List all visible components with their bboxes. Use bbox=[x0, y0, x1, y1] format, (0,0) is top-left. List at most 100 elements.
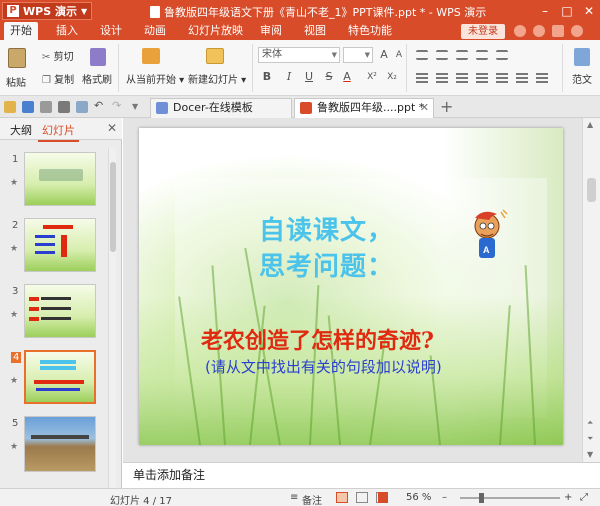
close-button[interactable]: ✕ bbox=[578, 0, 600, 22]
app-menu-button[interactable]: P WPS 演示 ▼ bbox=[2, 2, 92, 20]
menu-view[interactable]: 视图 bbox=[298, 22, 332, 40]
slide-thumbnail-3[interactable] bbox=[24, 284, 96, 338]
zoom-slider[interactable] bbox=[460, 493, 560, 503]
column-icon[interactable] bbox=[516, 73, 528, 83]
notes-button[interactable]: 备注 bbox=[302, 492, 322, 506]
notes-icon[interactable]: ≡ bbox=[290, 492, 300, 503]
tab-current-document[interactable]: 鲁教版四年级....ppt * ✕ bbox=[294, 98, 434, 118]
menu-slideshow[interactable]: 幻灯片放映 bbox=[182, 22, 249, 40]
help-icon[interactable] bbox=[533, 25, 545, 37]
copy-button[interactable]: ❐ 复制 bbox=[42, 71, 74, 86]
panel-scrollbar[interactable] bbox=[108, 148, 116, 488]
paste-icon[interactable] bbox=[8, 48, 26, 68]
cartoon-character-clipart[interactable]: A bbox=[469, 208, 509, 264]
save-icon[interactable] bbox=[22, 101, 34, 113]
align-justify-icon[interactable] bbox=[476, 73, 488, 83]
slide-thumbnail-4[interactable] bbox=[24, 350, 96, 404]
next-slide-icon[interactable]: ⏷ bbox=[587, 434, 593, 444]
notes-area[interactable]: 单击添加备注 bbox=[123, 462, 600, 488]
tab-docer-templates[interactable]: Docer-在线模板 bbox=[150, 98, 292, 118]
menu-animation[interactable]: 动画 bbox=[138, 22, 172, 40]
italic-button[interactable]: I bbox=[282, 70, 296, 84]
zoom-slider-knob[interactable] bbox=[479, 493, 484, 503]
align-left-icon[interactable] bbox=[416, 73, 428, 83]
zoom-level[interactable]: 56 % bbox=[406, 492, 431, 503]
customize-dropdown-icon[interactable]: ▼ bbox=[132, 101, 144, 113]
font-color-button[interactable]: A bbox=[340, 70, 354, 84]
export-icon[interactable] bbox=[40, 101, 52, 113]
menu-design[interactable]: 设计 bbox=[94, 22, 128, 40]
prev-slide-icon[interactable]: ⏶ bbox=[587, 418, 593, 428]
align-right-icon[interactable] bbox=[456, 73, 468, 83]
paragraph-format-button[interactable]: 范文 bbox=[572, 71, 592, 86]
align-center-icon[interactable] bbox=[436, 73, 448, 83]
bold-button[interactable]: B bbox=[260, 70, 274, 84]
menu-review[interactable]: 审阅 bbox=[254, 22, 288, 40]
zoom-in-icon[interactable]: + bbox=[564, 492, 572, 503]
settings-icon[interactable] bbox=[552, 25, 564, 37]
redo-icon[interactable]: ↷ bbox=[112, 100, 124, 112]
line-spacing-icon[interactable] bbox=[496, 50, 508, 60]
new-tab-button[interactable]: + bbox=[440, 97, 453, 117]
menu-insert[interactable]: 插入 bbox=[50, 22, 84, 40]
print-preview-icon[interactable] bbox=[76, 101, 88, 113]
slide-heading-line1[interactable]: 自读课文， bbox=[259, 210, 394, 247]
paste-label[interactable]: 粘贴 bbox=[6, 74, 26, 89]
maximize-button[interactable]: □ bbox=[556, 0, 578, 22]
collapse-ribbon-icon[interactable] bbox=[571, 25, 583, 37]
zoom-out-icon[interactable]: – bbox=[442, 492, 447, 503]
slide-sorter-icon[interactable] bbox=[356, 492, 368, 503]
open-folder-icon[interactable] bbox=[4, 101, 16, 113]
fit-window-icon[interactable]: ⤢ bbox=[580, 492, 588, 503]
thumb-text-line bbox=[29, 307, 39, 311]
menu-special[interactable]: 特色功能 bbox=[342, 22, 398, 40]
normal-view-icon[interactable] bbox=[336, 492, 348, 503]
scroll-up-icon[interactable]: ▲ bbox=[587, 120, 593, 129]
slide-thumbnail-2[interactable] bbox=[24, 218, 96, 272]
print-icon[interactable] bbox=[58, 101, 70, 113]
template-icon[interactable] bbox=[574, 48, 590, 66]
bullet-list-icon[interactable] bbox=[416, 50, 428, 60]
new-slide-icon[interactable] bbox=[206, 48, 224, 64]
strikethrough-button[interactable]: S bbox=[322, 70, 336, 84]
slide-scrollbar[interactable]: ▲ ⏶ ⏷ ▼ bbox=[582, 118, 600, 462]
decrease-font-icon[interactable]: A bbox=[392, 48, 406, 62]
slideshow-icon[interactable] bbox=[378, 492, 388, 503]
scrollbar-thumb[interactable] bbox=[587, 178, 596, 202]
slides-panel: 大纲 幻灯片 ✕ 1 ★ 2 ★ 3 ★ 4 ★ 5 ★ bbox=[0, 118, 122, 488]
superscript-button[interactable]: X² bbox=[365, 70, 379, 84]
font-name-dropdown[interactable]: 宋体 ▼ bbox=[258, 47, 340, 63]
slide-hint[interactable]: (请从文中找出有关的句段加以说明) bbox=[205, 356, 442, 377]
undo-icon[interactable]: ↶ bbox=[94, 100, 106, 112]
play-from-current-icon[interactable] bbox=[142, 48, 160, 64]
new-slide-button[interactable]: 新建幻灯片 ▾ bbox=[188, 71, 246, 86]
numbered-list-icon[interactable] bbox=[436, 50, 448, 60]
login-button[interactable]: 未登录 bbox=[461, 24, 505, 39]
current-slide[interactable]: 自读课文， 思考问题： A 老农创造了怎样的奇迹? (请从文中找出有关的句段加以… bbox=[139, 128, 563, 445]
slide-thumbnail-5[interactable] bbox=[24, 416, 96, 472]
cut-button[interactable]: ✂ 剪切 bbox=[42, 48, 74, 63]
font-size-dropdown[interactable]: ▼ bbox=[343, 47, 373, 63]
format-painter-icon[interactable] bbox=[90, 48, 106, 66]
distribute-icon[interactable] bbox=[496, 73, 508, 83]
text-direction-icon[interactable] bbox=[536, 73, 548, 83]
increase-font-icon[interactable]: A bbox=[377, 48, 391, 62]
subscript-button[interactable]: X₂ bbox=[385, 70, 399, 84]
tab-close-icon[interactable]: ✕ bbox=[420, 99, 429, 117]
slide-heading-line2[interactable]: 思考问题： bbox=[259, 246, 394, 283]
scroll-down-icon[interactable]: ▼ bbox=[587, 450, 593, 459]
underline-button[interactable]: U bbox=[302, 70, 316, 84]
decrease-indent-icon[interactable] bbox=[456, 50, 468, 60]
tab-outline[interactable]: 大纲 bbox=[6, 122, 36, 138]
slide-thumbnail-1[interactable] bbox=[24, 152, 96, 206]
format-painter-label[interactable]: 格式刷 bbox=[82, 71, 112, 86]
skin-icon[interactable] bbox=[514, 25, 526, 37]
tab-slides[interactable]: 幻灯片 bbox=[38, 122, 79, 142]
minimize-button[interactable]: – bbox=[534, 0, 556, 22]
from-current-button[interactable]: 从当前开始 ▾ bbox=[126, 71, 184, 86]
panel-close-icon[interactable]: ✕ bbox=[107, 121, 117, 135]
increase-indent-icon[interactable] bbox=[476, 50, 488, 60]
menu-home[interactable]: 开始 bbox=[4, 22, 38, 40]
slide-question[interactable]: 老农创造了怎样的奇迹? bbox=[201, 323, 434, 355]
scrollbar-thumb[interactable] bbox=[110, 162, 116, 252]
